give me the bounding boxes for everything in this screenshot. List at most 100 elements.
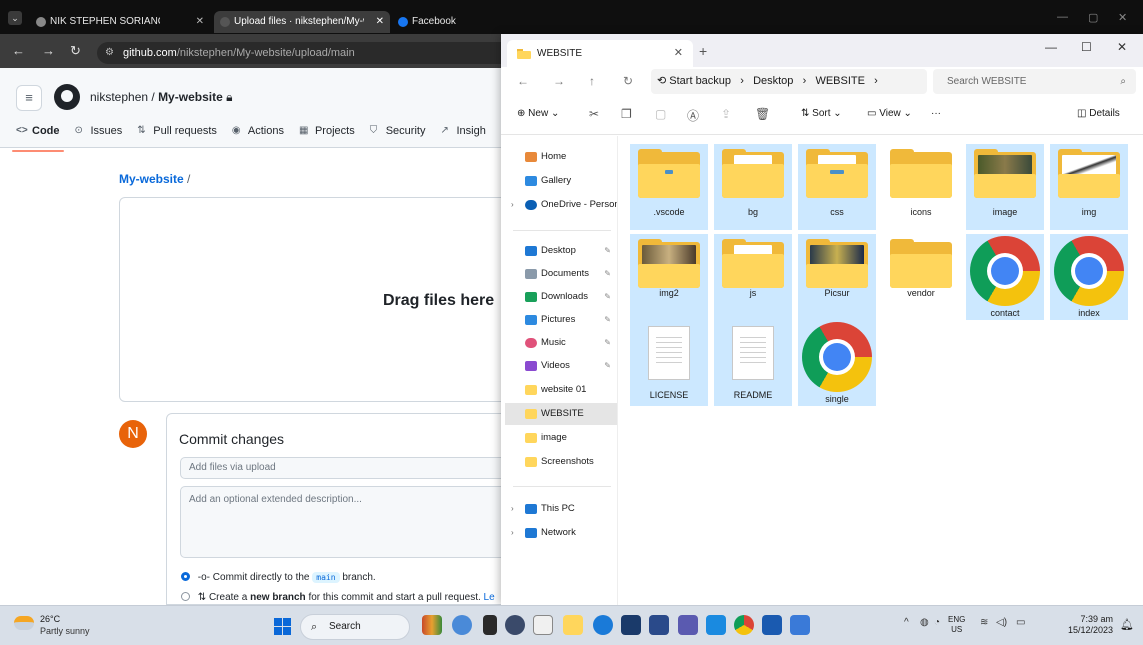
more-options-button[interactable]: ··· bbox=[931, 108, 941, 119]
sidebar-item-home[interactable]: Home bbox=[505, 146, 617, 168]
file-item[interactable]: .vscode bbox=[630, 144, 708, 230]
breadcrumb-repo-link[interactable]: My-website bbox=[119, 172, 184, 186]
file-item[interactable]: js bbox=[714, 234, 792, 320]
file-item[interactable]: img2 bbox=[630, 234, 708, 320]
pin-icon[interactable]: ✎ bbox=[604, 286, 611, 308]
cut-icon[interactable]: ✂ bbox=[589, 107, 599, 121]
refresh-icon[interactable]: ↻ bbox=[623, 74, 633, 88]
copilot-icon[interactable] bbox=[452, 615, 472, 635]
back-icon[interactable]: ← bbox=[12, 43, 25, 58]
tray-app-icon[interactable]: ◍ bbox=[920, 617, 929, 628]
sidebar-item-image[interactable]: image bbox=[505, 427, 617, 449]
taskbar-search[interactable]: ⌕ Search bbox=[300, 614, 410, 640]
minimize-icon[interactable]: — bbox=[1045, 40, 1057, 54]
view-button[interactable]: ▭ View ⌄ bbox=[867, 108, 912, 119]
pin-icon[interactable]: ✎ bbox=[604, 332, 611, 354]
sidebar-item-pictures[interactable]: Pictures ✎ bbox=[505, 309, 617, 331]
file-item[interactable]: index bbox=[1050, 234, 1128, 320]
language-indicator[interactable]: ENG US bbox=[948, 615, 965, 635]
tab-pull-requests[interactable]: ⇅ Pull requests bbox=[137, 125, 217, 147]
file-item[interactable]: single bbox=[798, 320, 876, 406]
breadcrumb-start-backup[interactable]: Start backup bbox=[669, 75, 731, 87]
file-item[interactable]: README bbox=[714, 320, 792, 406]
restore-icon[interactable]: ▢ bbox=[1088, 11, 1098, 24]
site-info-icon[interactable]: ⚙ bbox=[105, 42, 114, 64]
radio-icon[interactable] bbox=[181, 592, 190, 601]
file-item[interactable]: contact bbox=[966, 234, 1044, 320]
up-icon[interactable]: ↑ bbox=[589, 74, 595, 88]
close-icon[interactable]: ✕ bbox=[1118, 11, 1127, 24]
edge-icon[interactable] bbox=[593, 615, 613, 635]
sort-button[interactable]: ⇅ Sort ⌄ bbox=[801, 108, 842, 119]
notification-bell-icon[interactable]: 🔔︎ bbox=[1120, 618, 1134, 631]
pin-icon[interactable]: ✎ bbox=[604, 263, 611, 285]
sidebar-item-videos[interactable]: Videos ✎ bbox=[505, 355, 617, 377]
file-item[interactable]: css bbox=[798, 144, 876, 230]
forward-icon[interactable]: → bbox=[553, 74, 565, 88]
breadcrumb-website[interactable]: WEBSITE bbox=[815, 75, 865, 87]
repo-owner-link[interactable]: nikstephen bbox=[90, 90, 148, 104]
commit-direct-option[interactable]: -o- Commit directly to the main branch. bbox=[181, 572, 376, 583]
sidebar-item-onedrive[interactable]: › OneDrive - Persona bbox=[505, 194, 617, 216]
close-icon[interactable]: ✕ bbox=[376, 11, 384, 33]
wifi-icon[interactable]: ≋ bbox=[980, 617, 988, 628]
weather-temperature[interactable]: 26°C bbox=[40, 614, 60, 624]
sidebar-item-desktop[interactable]: Desktop ✎ bbox=[505, 240, 617, 262]
share-icon[interactable]: ⇪ bbox=[721, 107, 731, 121]
maximize-icon[interactable]: ☐ bbox=[1081, 40, 1092, 54]
tab-issues[interactable]: ⊙ Issues bbox=[75, 125, 123, 147]
dropbox-icon[interactable] bbox=[649, 615, 669, 635]
pin-icon[interactable]: ✎ bbox=[604, 355, 611, 377]
chrome-tab-upload[interactable]: Upload files · nikstephen/My-w ✕ bbox=[214, 11, 390, 33]
chevron-right-icon[interactable]: › bbox=[511, 194, 514, 216]
file-item[interactable]: image bbox=[966, 144, 1044, 230]
forward-icon[interactable]: → bbox=[42, 43, 55, 58]
new-tab-icon[interactable]: + bbox=[699, 43, 707, 59]
learn-more-link[interactable]: Le bbox=[484, 592, 495, 603]
chrome-tab-facebook[interactable]: Facebook bbox=[392, 11, 492, 33]
reload-icon[interactable]: ↻ bbox=[70, 43, 81, 59]
close-icon[interactable]: ✕ bbox=[196, 11, 204, 33]
close-icon[interactable]: ✕ bbox=[674, 40, 683, 67]
sidebar-item-documents[interactable]: Documents ✎ bbox=[505, 263, 617, 285]
vscode-icon[interactable] bbox=[706, 615, 726, 635]
sidebar-item-downloads[interactable]: Downloads ✎ bbox=[505, 286, 617, 308]
weather-partly-sunny-icon[interactable] bbox=[14, 616, 34, 630]
commit-description-input[interactable]: Add an optional extended description... bbox=[180, 486, 520, 558]
chrome-tab-portfolio[interactable]: NIK STEPHEN SORIANO WEBSI ✕ bbox=[30, 11, 210, 33]
amazon-icon[interactable] bbox=[533, 615, 553, 635]
github-logo-icon[interactable] bbox=[54, 84, 80, 110]
repo-name-link[interactable]: My-website bbox=[158, 90, 223, 104]
details-button[interactable]: ◫ Details bbox=[1077, 108, 1120, 119]
file-item[interactable]: LICENSE bbox=[630, 320, 708, 406]
back-icon[interactable]: ← bbox=[517, 74, 529, 88]
clock[interactable]: 7:39 am 15/12/2023 bbox=[1063, 614, 1113, 636]
battery-icon[interactable]: ▭ bbox=[1016, 617, 1025, 628]
file-explorer-icon[interactable] bbox=[563, 615, 583, 635]
sidebar-item-music[interactable]: Music ✎ bbox=[505, 332, 617, 354]
tab-code[interactable]: <> Code bbox=[12, 125, 63, 152]
file-item[interactable]: vendor bbox=[882, 234, 960, 320]
chrome-icon[interactable] bbox=[734, 615, 754, 635]
copy-icon[interactable]: ❐ bbox=[621, 107, 632, 121]
explorer-search-input[interactable]: Search WEBSITE ⌕ bbox=[933, 69, 1136, 94]
tab-security[interactable]: ⛉ Security bbox=[370, 125, 426, 147]
photos-icon[interactable] bbox=[790, 615, 810, 635]
task-view-icon[interactable] bbox=[483, 615, 497, 635]
new-button[interactable]: ⊕ New ⌄ bbox=[517, 108, 559, 119]
tab-projects[interactable]: ▦ Projects bbox=[299, 125, 355, 147]
volume-icon[interactable]: ◁) bbox=[996, 617, 1007, 628]
sidebar-item-screenshots[interactable]: Screenshots bbox=[505, 451, 617, 473]
delete-icon[interactable]: 🗑︎ bbox=[755, 107, 770, 121]
widgets-app-icon[interactable] bbox=[422, 615, 442, 635]
explorer-address-bar[interactable]: ⟲ Start backup › Desktop › WEBSITE › bbox=[651, 69, 927, 94]
chevron-up-icon[interactable]: ^ bbox=[904, 617, 909, 628]
minimize-icon[interactable]: — bbox=[1057, 11, 1068, 23]
weather-description[interactable]: Partly sunny bbox=[40, 626, 90, 636]
sidebar-item-network[interactable]: › Network bbox=[505, 522, 617, 544]
word-icon[interactable] bbox=[762, 615, 782, 635]
file-item[interactable]: bg bbox=[714, 144, 792, 230]
tray-chrome-icon[interactable]: ◔ bbox=[934, 617, 940, 628]
tab-search-button[interactable]: ⌄ bbox=[8, 11, 22, 25]
chat-icon[interactable] bbox=[505, 615, 525, 635]
